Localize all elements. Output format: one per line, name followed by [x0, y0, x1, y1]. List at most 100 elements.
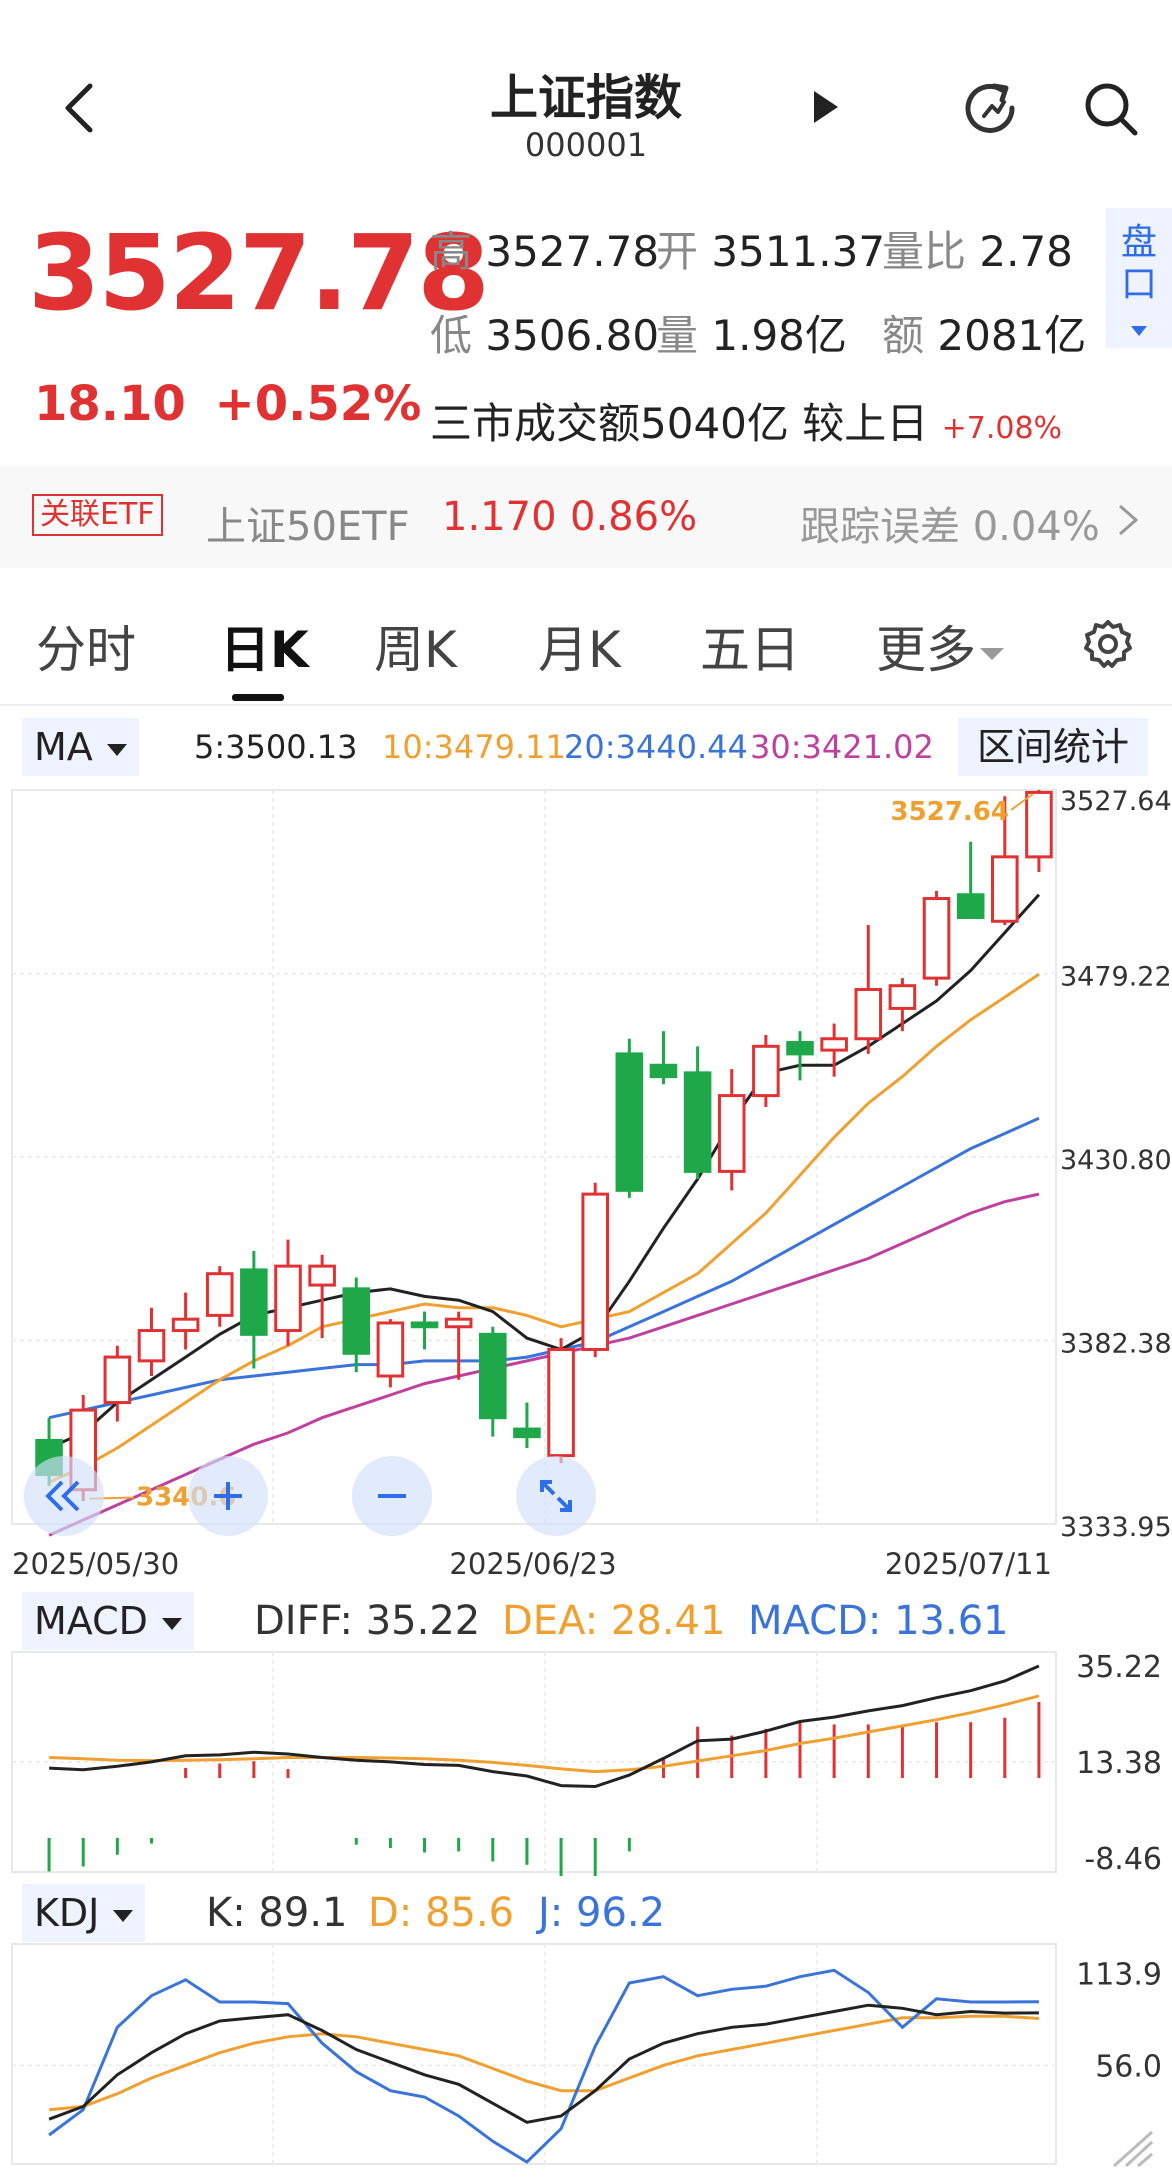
candle-body: [513, 1427, 541, 1439]
stat-high: 高 3527.78: [430, 227, 660, 276]
stat-vol-ratio: 量比 2.78: [882, 227, 1073, 276]
stat-open: 开 3511.37: [656, 227, 886, 276]
candle-body: [581, 1192, 609, 1351]
next-stock-icon[interactable]: [800, 82, 850, 132]
plus-icon: [214, 1482, 242, 1510]
resize-grip-icon[interactable]: [1108, 2126, 1158, 2172]
related-etf-bar[interactable]: 关联ETF 上证50ETF 1.170 0.86% 跟踪误差 0.04%: [0, 466, 1172, 568]
kdj-selector[interactable]: KDJ: [22, 1884, 146, 1942]
plot-frame: [11, 1943, 1057, 2165]
double-chevron-left-icon: [45, 1480, 80, 1512]
macd-selector[interactable]: MACD: [22, 1592, 194, 1650]
etf-price: 1.170: [442, 494, 557, 540]
candle-body: [479, 1332, 507, 1420]
candle-body: [171, 1317, 200, 1333]
candle-body: [649, 1063, 678, 1079]
ma30-value: 30:3421.02: [750, 728, 934, 766]
expand-icon: [540, 1480, 572, 1512]
candle-body: [410, 1321, 439, 1329]
tab-underline: [232, 694, 284, 701]
zoom-in-button[interactable]: [188, 1456, 268, 1536]
x-tick-label: 2025/06/23: [449, 1547, 616, 1581]
stat-low: 低 3506.80: [430, 311, 660, 360]
current-price: 3527.78: [28, 212, 490, 334]
y-tick-label: 13.38: [1076, 1746, 1162, 1781]
y-tick-label: 35.22: [1076, 1650, 1162, 1685]
candle-body: [615, 1052, 644, 1192]
candle-body: [683, 1071, 712, 1173]
tab-more[interactable]: 更多: [876, 610, 1006, 682]
y-tick-label: 3382.38: [1060, 1328, 1172, 1359]
candle-body: [240, 1268, 268, 1336]
tab-intraday[interactable]: 分时: [36, 610, 136, 682]
candle-body: [956, 893, 985, 919]
change-percent: +0.52%: [214, 376, 422, 432]
caret-down-icon: [113, 1909, 134, 1922]
market-turnover: 三市成交额5040亿 较上日 +7.08%: [430, 399, 1063, 448]
y-tick-label: 113.9: [1076, 1958, 1162, 1993]
kdj-chart[interactable]: 113.9 56.0: [0, 1942, 1172, 2168]
zoom-out-button[interactable]: [352, 1456, 432, 1536]
ma5-value: 5:3500.13: [194, 728, 358, 766]
header: 上证指数 000001: [0, 0, 1172, 200]
y-tick-label: 56.0: [1095, 2049, 1162, 2084]
tab-daily-k[interactable]: 日K: [220, 610, 309, 682]
x-tick-label: 2025/07/11: [885, 1547, 1052, 1581]
max-price-marker: 3527.64: [891, 797, 1009, 827]
candle-body: [103, 1355, 132, 1405]
y-tick-label: 3479.22: [1060, 961, 1172, 992]
pankou-button[interactable]: 盘口: [1106, 208, 1172, 348]
scroll-left-button[interactable]: [24, 1456, 104, 1536]
y-tick-label: 3333.95: [1060, 1512, 1172, 1543]
settings-gear-icon[interactable]: [1078, 614, 1138, 674]
change-value: 18.10: [34, 376, 186, 432]
x-tick-label: 2025/05/30: [12, 1547, 179, 1581]
divider: [0, 704, 1172, 706]
candle-body: [820, 1037, 848, 1052]
candle-body: [342, 1287, 371, 1355]
candle-body: [752, 1044, 780, 1098]
ma20-line: [48, 1116, 1040, 1420]
candle-body: [308, 1264, 336, 1287]
candle-body: [888, 984, 917, 1010]
y-tick-label: 3430.80: [1060, 1145, 1172, 1176]
chevron-right-icon: [1119, 504, 1139, 536]
tab-five-day[interactable]: 五日: [700, 610, 800, 682]
etf-pct: 0.86%: [570, 494, 698, 540]
macd-diff-value: DIFF: 35.22: [254, 1598, 481, 1644]
candle-body: [547, 1347, 575, 1458]
fullscreen-button[interactable]: [516, 1456, 596, 1536]
candle-body: [274, 1264, 302, 1333]
caret-down-icon: [1131, 326, 1147, 336]
ma20-value: 20:3440.44: [564, 728, 748, 766]
candle-body: [786, 1041, 814, 1056]
refresh-icon[interactable]: [954, 72, 1030, 148]
ma10-value: 10:3479.11: [382, 728, 566, 766]
stat-amount: 额 2081亿: [882, 311, 1087, 360]
candle-body: [854, 987, 883, 1041]
candle-body: [922, 897, 951, 980]
tab-weekly-k[interactable]: 周K: [374, 610, 457, 682]
macd-dea-value: DEA: 28.41: [502, 1598, 726, 1644]
search-icon[interactable]: [1076, 74, 1146, 144]
tab-monthly-k[interactable]: 月K: [538, 610, 621, 682]
stat-volume: 量 1.98亿: [656, 311, 847, 360]
etf-tracking-error: 跟踪误差 0.04%: [800, 504, 1100, 550]
candle-body: [205, 1272, 234, 1317]
candle-body: [137, 1329, 166, 1363]
kdj-d-value: D: 85.6: [368, 1890, 515, 1936]
y-tick-label: 3527.64: [1060, 786, 1172, 817]
macd-chart[interactable]: 35.22 13.38 -8.46: [0, 1650, 1172, 1876]
caret-down-icon: [106, 743, 127, 756]
range-stats-button[interactable]: 区间统计: [958, 718, 1148, 776]
etf-tag: 关联ETF: [32, 494, 163, 536]
candlestick-chart[interactable]: 3527.64 3479.22 3430.80 3382.38 3333.95 3527.…: [0, 780, 1172, 1584]
period-tabs: 分时 日K 周K 月K 五日 更多: [0, 586, 1172, 706]
kdj-j-value: J: 96.2: [538, 1890, 666, 1936]
minus-icon: [378, 1494, 406, 1498]
ma-selector[interactable]: MA: [22, 718, 139, 776]
candle-body: [717, 1094, 746, 1173]
ma10-line: [48, 973, 1040, 1484]
candle-body: [1025, 790, 1053, 859]
candle-body: [376, 1321, 405, 1378]
